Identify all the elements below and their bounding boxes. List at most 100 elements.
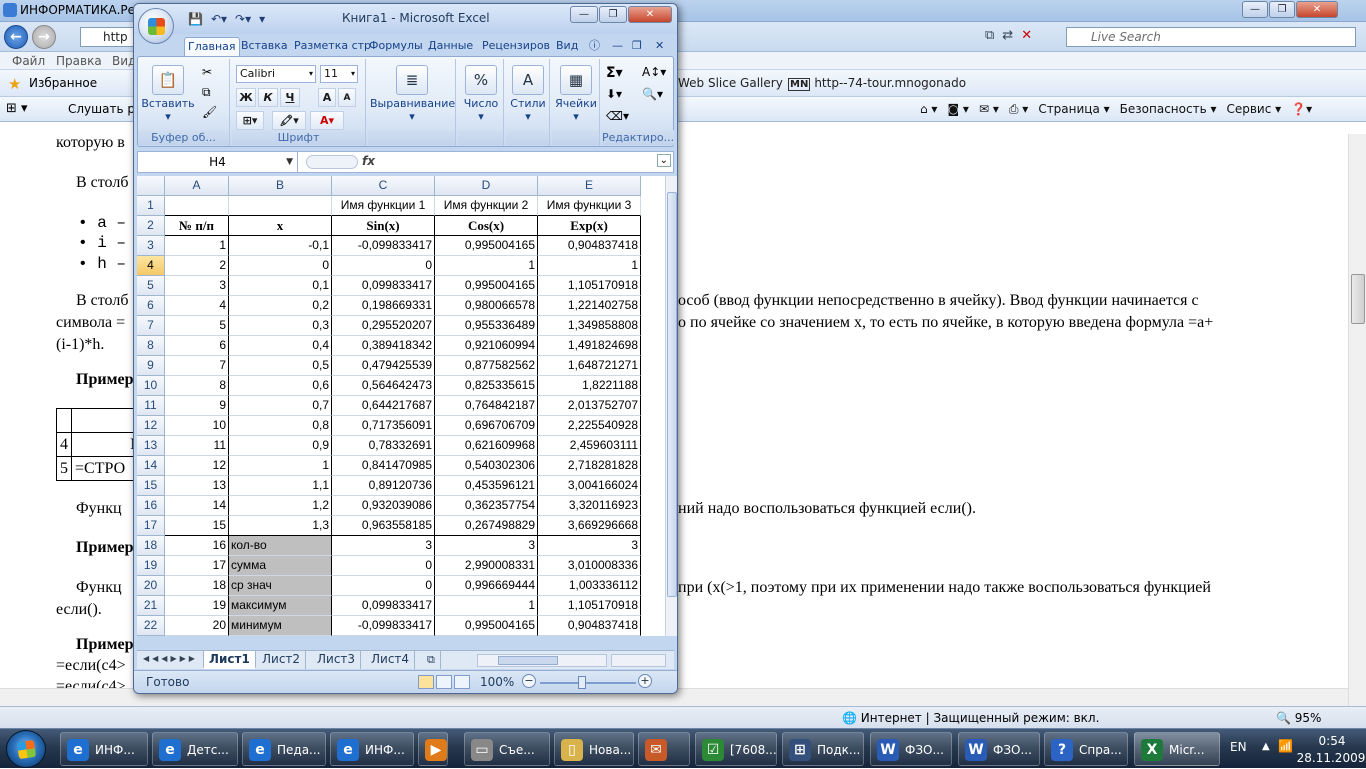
taskbar-item[interactable]: ▭ Съе... xyxy=(464,732,550,766)
autosum-icon[interactable]: Σ▾ xyxy=(606,65,623,81)
feeds-icon[interactable]: ◙ ▾ xyxy=(947,102,968,117)
table-cell[interactable]: 0 xyxy=(332,556,435,576)
table-cell[interactable]: 0,540302306 xyxy=(435,456,538,476)
table-cell[interactable]: минимум xyxy=(229,616,332,636)
tab-page-layout[interactable]: Разметка стр xyxy=(291,37,374,56)
taskbar-item[interactable]: e ИНФ... xyxy=(330,732,414,766)
taskbar-item[interactable]: ✉ xyxy=(638,732,690,766)
table-cell[interactable]: Sin(x) xyxy=(332,216,435,236)
normal-view-icon[interactable] xyxy=(418,675,434,689)
table-cell[interactable]: -0,099833417 xyxy=(332,236,435,256)
language-indicator[interactable]: EN xyxy=(1230,740,1247,754)
save-icon[interactable]: 💾 xyxy=(188,12,203,26)
table-cell[interactable]: 17 xyxy=(165,556,229,576)
paste-button[interactable]: 📋 Вставить ▾ xyxy=(140,65,196,123)
borders-button[interactable]: ⊞▾ xyxy=(236,111,264,130)
insert-function-icon[interactable]: fx xyxy=(362,154,375,168)
grid-horizontal-scrollbar[interactable] xyxy=(477,654,607,667)
customize-qat-icon[interactable]: ▾ xyxy=(259,12,265,26)
table-cell[interactable]: 14 xyxy=(165,496,229,516)
row-header[interactable]: 1 xyxy=(137,196,165,216)
shrink-font-button[interactable]: A xyxy=(338,88,356,107)
table-cell[interactable]: 0,89120736 xyxy=(332,476,435,496)
sheet-tab-1[interactable]: Лист1 xyxy=(203,651,256,669)
zoom-slider[interactable] xyxy=(540,682,636,684)
sheet-tab-2[interactable]: Лист2 xyxy=(257,651,307,669)
table-cell[interactable]: 0,6 xyxy=(229,376,332,396)
start-button[interactable] xyxy=(6,730,46,768)
table-cell[interactable]: 11 xyxy=(165,436,229,456)
table-cell[interactable]: 0,995004165 xyxy=(435,236,538,256)
name-box[interactable]: H4 ▼ xyxy=(138,152,298,172)
zoom-out-icon[interactable]: − xyxy=(522,674,536,688)
refresh-icon[interactable]: ⇄ xyxy=(1002,28,1013,43)
row-header[interactable]: 6 xyxy=(137,296,165,316)
table-cell[interactable]: 0,7 xyxy=(229,396,332,416)
copy-icon[interactable]: ⧉ xyxy=(202,85,211,100)
row-header[interactable]: 5 xyxy=(137,276,165,296)
underline-button[interactable]: Ч xyxy=(280,88,300,107)
sheet-tab-4[interactable]: Лист4 xyxy=(366,651,416,669)
taskbar-item[interactable]: ▯ Нова... xyxy=(554,732,634,766)
row-header[interactable]: 20 xyxy=(137,576,165,596)
table-cell[interactable]: 0,8 xyxy=(229,416,332,436)
table-cell[interactable]: 0,295520207 xyxy=(332,316,435,336)
zoom-in-icon[interactable]: + xyxy=(638,674,652,688)
table-cell[interactable]: x xyxy=(229,216,332,236)
formula-bar-handle[interactable] xyxy=(306,155,358,169)
table-cell[interactable]: 1 xyxy=(165,236,229,256)
table-cell[interactable]: 1,349858808 xyxy=(538,316,641,336)
zoom-level[interactable]: 100% xyxy=(480,675,514,689)
browser-tab[interactable]: Слушать ра xyxy=(68,102,142,116)
tab-home[interactable]: Главная xyxy=(184,37,240,56)
table-cell[interactable]: 0,996669444 xyxy=(435,576,538,596)
table-cell[interactable]: 0,1 xyxy=(229,276,332,296)
table-cell[interactable]: Имя функции 2 xyxy=(435,196,538,216)
favorites-star-icon[interactable]: ★ xyxy=(8,75,21,93)
tab-review[interactable]: Рецензиров xyxy=(479,37,553,56)
page-vertical-scrollbar[interactable] xyxy=(1348,134,1366,706)
table-cell[interactable]: 1,105170918 xyxy=(538,596,641,616)
table-cell[interactable]: 0,995004165 xyxy=(435,276,538,296)
table-cell[interactable]: -0,099833417 xyxy=(332,616,435,636)
redo-icon[interactable]: ↷▾ xyxy=(235,12,251,26)
help-icon[interactable]: ❓▾ xyxy=(1291,102,1312,117)
table-cell[interactable]: 16 xyxy=(165,536,229,556)
row-header[interactable]: 12 xyxy=(137,416,165,436)
address-input[interactable]: http xyxy=(80,27,140,47)
table-cell[interactable]: 2 xyxy=(165,256,229,276)
menu-edit[interactable]: Правка xyxy=(56,54,102,68)
cells-button[interactable]: ▦ Ячейки ▾ xyxy=(554,65,598,123)
table-cell[interactable]: 3 xyxy=(538,536,641,556)
sheet-tab-3[interactable]: Лист3 xyxy=(312,651,362,669)
office-button[interactable] xyxy=(138,8,174,44)
row-header[interactable]: 19 xyxy=(137,556,165,576)
taskbar-item[interactable]: ☑ [7608... xyxy=(695,732,777,766)
table-cell[interactable]: 1 xyxy=(229,456,332,476)
row-header[interactable]: 22 xyxy=(137,616,165,636)
table-cell[interactable]: 9 xyxy=(165,396,229,416)
undo-icon[interactable]: ↶▾ xyxy=(211,12,227,26)
font-name-select[interactable]: Calibri ▾ xyxy=(236,65,316,83)
maximize-icon[interactable]: ❐ xyxy=(1269,1,1295,18)
insert-sheet-icon[interactable]: ⧉ xyxy=(422,651,441,669)
compatibility-icon[interactable]: ⧉ xyxy=(985,28,994,43)
grid-vertical-scrollbar[interactable] xyxy=(665,176,677,636)
table-cell[interactable]: 3 xyxy=(435,536,538,556)
row-header[interactable]: 11 xyxy=(137,396,165,416)
table-cell[interactable]: 1,8221188 xyxy=(538,376,641,396)
table-cell[interactable]: 7 xyxy=(165,356,229,376)
table-cell[interactable]: 0,389418342 xyxy=(332,336,435,356)
minimize-icon[interactable]: — xyxy=(570,6,598,23)
clock-date[interactable]: 28.11.2009 xyxy=(1296,751,1366,765)
tools-menu[interactable]: Сервис ▾ xyxy=(1226,102,1281,117)
table-cell[interactable]: 0,696706709 xyxy=(435,416,538,436)
page-layout-view-icon[interactable] xyxy=(436,675,452,689)
row-header[interactable]: 3 xyxy=(137,236,165,256)
page-break-view-icon[interactable] xyxy=(454,675,470,689)
clock-time[interactable]: 0:54 xyxy=(1302,734,1362,748)
network-icon[interactable]: 📶 xyxy=(1278,739,1293,753)
table-cell[interactable]: 0,825335615 xyxy=(435,376,538,396)
table-cell[interactable]: 3,669296668 xyxy=(538,516,641,536)
table-cell[interactable]: 3,320116923 xyxy=(538,496,641,516)
